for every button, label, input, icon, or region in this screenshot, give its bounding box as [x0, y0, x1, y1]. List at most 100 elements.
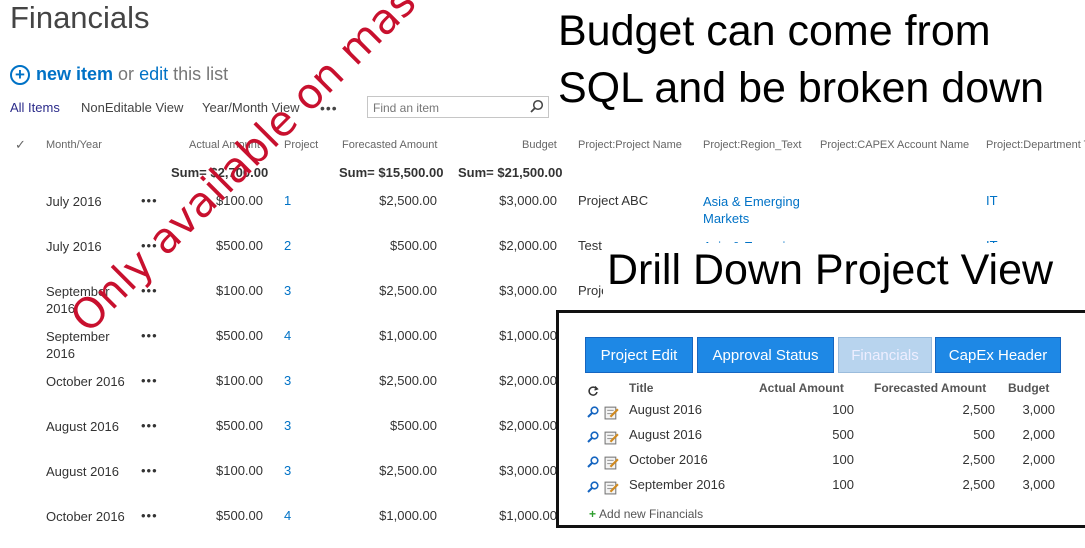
row-project-link[interactable]: 4 — [284, 328, 291, 343]
row-month: October 2016 — [46, 509, 125, 524]
col-department[interactable]: Project:Department T — [986, 139, 1085, 151]
view-item-icon[interactable] — [587, 406, 599, 418]
row-actual-amount: $100.00 — [216, 373, 263, 388]
row-forecast-amount: $2,500.00 — [379, 283, 437, 298]
row-budget: $2,000.00 — [499, 418, 557, 433]
add-new-financials[interactable]: + Add new Financials — [589, 507, 703, 521]
new-item-link[interactable]: new item — [36, 64, 113, 85]
row-forecast-amount: $2,500.00 — [379, 193, 437, 208]
edit-item-icon[interactable] — [604, 405, 619, 420]
col-budget[interactable]: Budget — [522, 139, 557, 151]
tab-approval-status[interactable]: Approval Status — [697, 337, 834, 373]
row-month: October 2016 — [46, 374, 125, 389]
edit-item-icon[interactable] — [604, 455, 619, 470]
row-forecast-amount: $1,000.00 — [379, 328, 437, 343]
col-forecasted-amount[interactable]: Forecasted Amount — [342, 139, 437, 151]
view-all-items[interactable]: All Items — [10, 100, 60, 115]
row-project-link[interactable]: 3 — [284, 463, 291, 478]
tab-capex-header[interactable]: CapEx Header — [935, 337, 1061, 373]
row-project-name: Project ABC — [578, 193, 649, 208]
row-project-link[interactable]: 3 — [284, 418, 291, 433]
edit-item-icon[interactable] — [604, 480, 619, 495]
tab-project-edit[interactable]: Project Edit — [585, 337, 693, 373]
panel-row-budget: 3,000 — [1022, 477, 1055, 492]
panel-row-title: September 2016 — [629, 477, 726, 492]
row-actual-amount: $500.00 — [216, 328, 263, 343]
new-item-bar: + new item or edit this list — [10, 64, 228, 85]
row-month: August 2016 — [46, 464, 120, 479]
view-item-icon[interactable] — [587, 431, 599, 443]
panel-row-title: October 2016 — [629, 452, 708, 467]
panel-row-forecast: 500 — [973, 427, 995, 442]
select-all-check-icon[interactable]: ✓ — [15, 137, 26, 153]
row-forecast-amount: $2,500.00 — [379, 373, 437, 388]
row-menu-button[interactable]: ••• — [141, 193, 158, 208]
panel-row-actual: 100 — [832, 477, 854, 492]
annotation-budget-line-2: SQL and be broken down — [558, 64, 1045, 112]
row-menu-button[interactable]: ••• — [141, 418, 158, 433]
annotation-budget-line-1: Budget can come from — [558, 7, 991, 55]
panel-col-forecast[interactable]: Forecasted Amount — [874, 381, 986, 395]
row-budget: $3,000.00 — [499, 283, 557, 298]
panel-row-actual: 100 — [832, 452, 854, 467]
sum-forecast: Sum= $15,500.00 — [339, 165, 444, 180]
row-budget: $1,000.00 — [499, 508, 557, 523]
row-menu-button[interactable]: ••• — [141, 328, 158, 343]
row-forecast-amount: $2,500.00 — [379, 463, 437, 478]
row-menu-button[interactable]: ••• — [141, 463, 158, 478]
row-forecast-amount: $500.00 — [390, 238, 437, 253]
row-forecast-amount: $500.00 — [390, 418, 437, 433]
row-region[interactable]: Asia & Emerging Markets — [703, 193, 813, 227]
edit-item-icon[interactable] — [604, 430, 619, 445]
tab-financials[interactable]: Financials — [838, 337, 932, 373]
panel-row-title: August 2016 — [629, 402, 703, 417]
row-forecast-amount: $1,000.00 — [379, 508, 437, 523]
row-project-link[interactable]: 3 — [284, 283, 291, 298]
row-budget: $2,000.00 — [499, 373, 557, 388]
this-list-text: this list — [173, 64, 229, 84]
row-project-link[interactable]: 3 — [284, 373, 291, 388]
panel-row-forecast: 2,500 — [962, 477, 995, 492]
row-month: August 2016 — [46, 419, 120, 434]
panel-col-actual[interactable]: Actual Amount — [759, 381, 844, 395]
panel-col-title[interactable]: Title — [629, 381, 653, 395]
view-item-icon[interactable] — [587, 456, 599, 468]
search-box[interactable]: Find an item — [367, 96, 549, 118]
row-actual-amount: $100.00 — [216, 283, 263, 298]
sum-budget: Sum= $21,500.00 — [458, 165, 563, 180]
panel-col-budget[interactable]: Budget — [1008, 381, 1049, 395]
col-capex-account[interactable]: Project:CAPEX Account Name — [820, 139, 969, 151]
row-project-link[interactable]: 1 — [284, 193, 291, 208]
view-noneditable[interactable]: NonEditable View — [81, 100, 183, 115]
row-budget: $1,000.00 — [499, 328, 557, 343]
panel-row-budget: 2,000 — [1022, 427, 1055, 442]
view-item-icon[interactable] — [587, 481, 599, 493]
row-menu-button[interactable]: ••• — [141, 508, 158, 523]
row-project-link[interactable]: 4 — [284, 508, 291, 523]
panel-row-actual: 100 — [832, 402, 854, 417]
row-budget: $2,000.00 — [499, 238, 557, 253]
col-project-name[interactable]: Project:Project Name — [578, 139, 682, 151]
row-actual-amount: $500.00 — [216, 418, 263, 433]
add-new-label[interactable]: Add new Financials — [599, 507, 703, 521]
search-input[interactable]: Find an item — [373, 101, 439, 115]
panel-row-forecast: 2,500 — [962, 452, 995, 467]
refresh-icon[interactable] — [587, 385, 599, 397]
edit-link[interactable]: edit — [139, 64, 168, 85]
add-plus-icon: + — [589, 507, 597, 521]
row-department[interactable]: IT — [986, 193, 998, 208]
col-region[interactable]: Project:Region_Text — [703, 139, 801, 151]
row-project-link[interactable]: 2 — [284, 238, 291, 253]
row-budget: $3,000.00 — [499, 463, 557, 478]
panel-row-budget: 2,000 — [1022, 452, 1055, 467]
search-icon[interactable] — [530, 99, 544, 113]
col-month-year[interactable]: Month/Year — [46, 139, 102, 151]
panel-row-actual: 500 — [832, 427, 854, 442]
panel-row-budget: 3,000 — [1022, 402, 1055, 417]
row-budget: $3,000.00 — [499, 193, 557, 208]
panel-row-forecast: 2,500 — [962, 402, 995, 417]
add-icon[interactable]: + — [10, 64, 30, 85]
row-menu-button[interactable]: ••• — [141, 373, 158, 388]
or-text: or — [118, 64, 135, 84]
annotation-drill-down-title: Drill Down Project View — [603, 243, 1058, 299]
